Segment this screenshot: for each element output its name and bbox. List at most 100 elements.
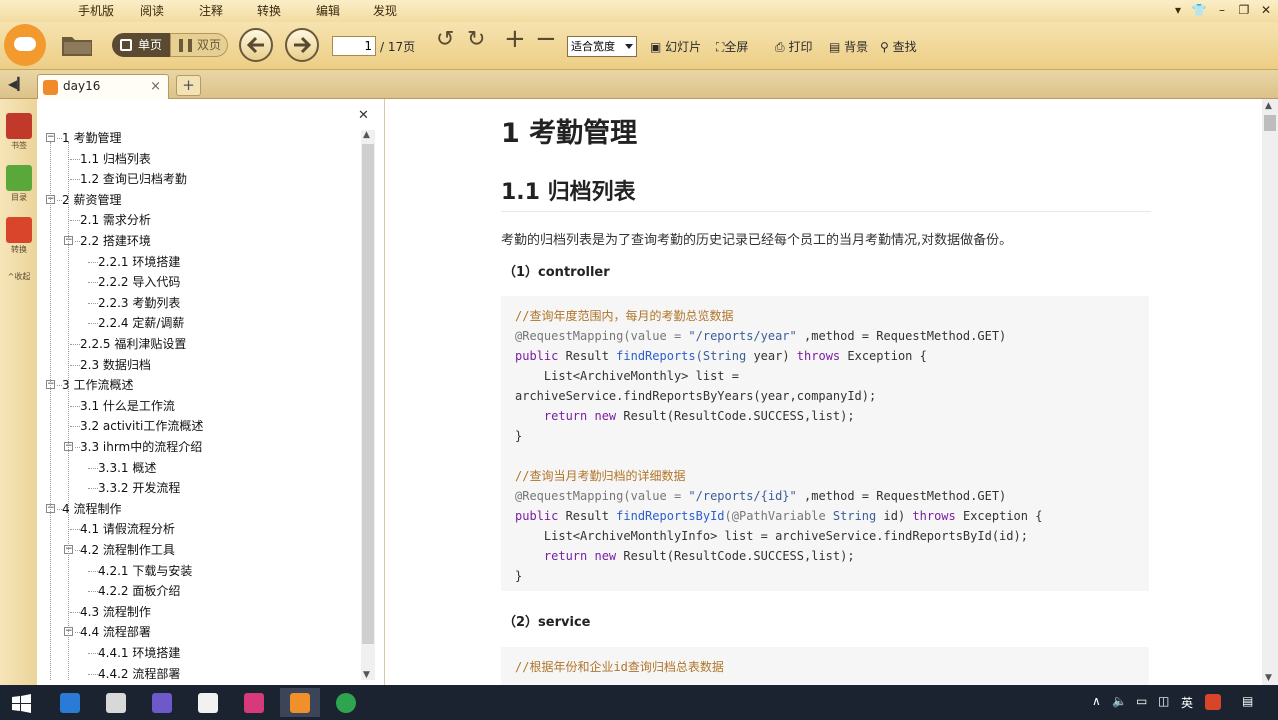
menu-read[interactable]: 阅读 (140, 2, 164, 20)
toc-guide-line (70, 159, 80, 160)
toc-item[interactable]: 3.2 activiti工作流概述 (80, 416, 203, 436)
code-block-service: //根据年份和企业id查询归档总表数据 (501, 647, 1149, 685)
taskbar-chrome[interactable] (326, 688, 366, 717)
toc-item[interactable]: 1.2 查询已归档考勤 (80, 169, 187, 189)
rotate-right-icon[interactable]: ↻ (467, 29, 485, 51)
code-comment: //根据年份和企业id查询归档总表数据 (515, 660, 724, 674)
battery-icon[interactable]: ▭ (1136, 694, 1147, 708)
toc-item[interactable]: 4.4 流程部署 (80, 622, 151, 642)
toc-item[interactable]: 2.2.3 考勤列表 (98, 293, 180, 313)
toolbar: 单页 双页 1 / 17页 ↺ ↻ + − 适合宽度 ▣ 幻灯片 ⛶全屏 ⎙ 打… (0, 22, 1278, 70)
app-logo-icon[interactable] (4, 24, 46, 66)
toc-item[interactable]: 3.3 ihrm中的流程介绍 (80, 437, 202, 457)
tab-day16[interactable]: day16 × (37, 74, 169, 99)
taskbar-app3[interactable] (142, 688, 182, 717)
arrow-left-icon (246, 36, 264, 54)
page-number-input[interactable]: 1 (332, 36, 376, 56)
toc-item[interactable]: 4.4.1 环境搭建 (98, 643, 180, 663)
toc-close-icon[interactable]: ✕ (358, 108, 369, 123)
taskbar-pdf-reader[interactable] (280, 688, 320, 717)
document-scroll-thumb[interactable] (1264, 115, 1276, 131)
subheading-service: （2）service (503, 615, 591, 630)
new-tab-button[interactable]: + (176, 75, 201, 96)
prev-page-button[interactable] (239, 28, 273, 62)
toc-item[interactable]: 3 工作流概述 (62, 375, 133, 395)
toc-toggle-icon[interactable]: − (46, 133, 55, 142)
skin-icon[interactable]: 👕 (1189, 1, 1209, 19)
rotate-left-icon[interactable]: ↺ (436, 29, 454, 51)
toc-item[interactable]: 3.3.1 概述 (98, 458, 156, 478)
menu-mobile[interactable]: 手机版 (78, 2, 114, 20)
sogou-ime-icon[interactable] (1205, 694, 1221, 710)
taskbar-vscode[interactable] (50, 688, 90, 717)
taskbar-typora[interactable] (188, 688, 228, 717)
toc-guide-line (88, 488, 98, 489)
rail-bookmark[interactable]: 书签 (4, 113, 34, 151)
toc-item[interactable]: 2.2.2 导入代码 (98, 272, 180, 292)
menu-annotate[interactable]: 注释 (199, 2, 223, 20)
toc-scrollbar[interactable]: ▲ ▼ (361, 130, 375, 680)
scroll-down-icon[interactable]: ▼ (1265, 673, 1272, 683)
network-icon[interactable]: ◫ (1158, 694, 1169, 708)
toc-item[interactable]: 2.2.5 福利津贴设置 (80, 334, 186, 354)
scroll-down-icon[interactable]: ▼ (363, 670, 370, 680)
toc-item[interactable]: 2.1 需求分析 (80, 210, 151, 230)
toc-item[interactable]: 2.2.4 定薪/调薪 (98, 313, 184, 333)
toc-item[interactable]: 4 流程制作 (62, 499, 121, 519)
collapse-sidebar-icon[interactable]: ◀▎ (8, 77, 26, 91)
zoom-select[interactable]: 适合宽度 (567, 36, 637, 57)
slideshow-button[interactable]: ▣ 幻灯片 (650, 39, 701, 55)
tray-expand-icon[interactable]: ∧ (1092, 694, 1101, 708)
scroll-up-icon[interactable]: ▲ (1265, 101, 1272, 111)
open-folder-icon[interactable] (61, 31, 93, 57)
menu-edit[interactable]: 编辑 (316, 2, 340, 20)
rail-collapse[interactable]: ^收起 (4, 271, 34, 282)
single-page-button[interactable]: 单页 (112, 33, 170, 57)
tab-close-icon[interactable]: × (150, 79, 161, 94)
double-page-button[interactable]: 双页 (170, 33, 228, 57)
rail-convert[interactable]: 转换 (4, 217, 34, 255)
code-token: public (515, 509, 559, 523)
menu-convert[interactable]: 转换 (257, 2, 281, 20)
zoom-out-icon[interactable]: − (535, 26, 557, 52)
zoom-in-icon[interactable]: + (504, 26, 526, 52)
toc-item[interactable]: 2.3 数据归档 (80, 355, 151, 375)
heading-2: 1.1 归档列表 (501, 180, 636, 205)
minimize-icon[interactable]: – (1212, 1, 1232, 19)
restore-icon[interactable]: ❐ (1234, 1, 1254, 19)
taskbar-intellij[interactable] (234, 688, 274, 717)
document-scrollbar[interactable]: ▲ ▼ (1262, 99, 1278, 685)
background-button[interactable]: ▤ 背景 (829, 39, 868, 55)
toc-item[interactable]: 2.2.1 环境搭建 (98, 252, 180, 272)
toc-item[interactable]: 2.2 搭建环境 (80, 231, 151, 251)
toc-item[interactable]: 4.4.2 流程部署 (98, 664, 180, 680)
toc-item[interactable]: 4.3 流程制作 (80, 602, 151, 622)
toc-scroll-thumb[interactable] (362, 144, 374, 644)
notification-icon[interactable]: ▤ (1242, 694, 1253, 708)
menu-discover[interactable]: 发现 (373, 2, 397, 20)
toc-item[interactable]: 1.1 归档列表 (80, 149, 151, 169)
rail-toc[interactable]: 目录 (4, 165, 34, 203)
toc-item[interactable]: 4.1 请假流程分析 (80, 519, 175, 539)
find-button[interactable]: ⚲ 查找 (880, 39, 917, 55)
volume-icon[interactable]: 🔈 (1112, 694, 1127, 708)
toc-item[interactable]: 1 考勤管理 (62, 128, 121, 148)
ime-indicator[interactable]: 英 (1181, 694, 1193, 711)
dropdown-icon[interactable]: ▾ (1168, 1, 1188, 19)
next-page-button[interactable] (285, 28, 319, 62)
start-button[interactable] (0, 688, 40, 717)
toc-item[interactable]: 2 薪资管理 (62, 190, 121, 210)
search-icon: ⚲ (880, 40, 889, 54)
toc-item[interactable]: 4.2.1 下载与安装 (98, 561, 192, 581)
close-icon[interactable]: ✕ (1256, 1, 1276, 19)
toc-guide-line (70, 220, 80, 221)
scroll-up-icon[interactable]: ▲ (363, 130, 370, 140)
fullscreen-button[interactable]: ⛶全屏 (716, 39, 748, 55)
print-button[interactable]: ⎙ 打印 (775, 39, 812, 55)
taskbar-explorer[interactable] (96, 688, 136, 717)
toc-item[interactable]: 3.1 什么是工作流 (80, 396, 175, 416)
toc-item[interactable]: 3.3.2 开发流程 (98, 478, 180, 498)
toc-item[interactable]: 4.2 流程制作工具 (80, 540, 175, 560)
code-line: archiveService.findReportsByYears(year,c… (515, 389, 877, 403)
toc-item[interactable]: 4.2.2 面板介绍 (98, 581, 180, 601)
